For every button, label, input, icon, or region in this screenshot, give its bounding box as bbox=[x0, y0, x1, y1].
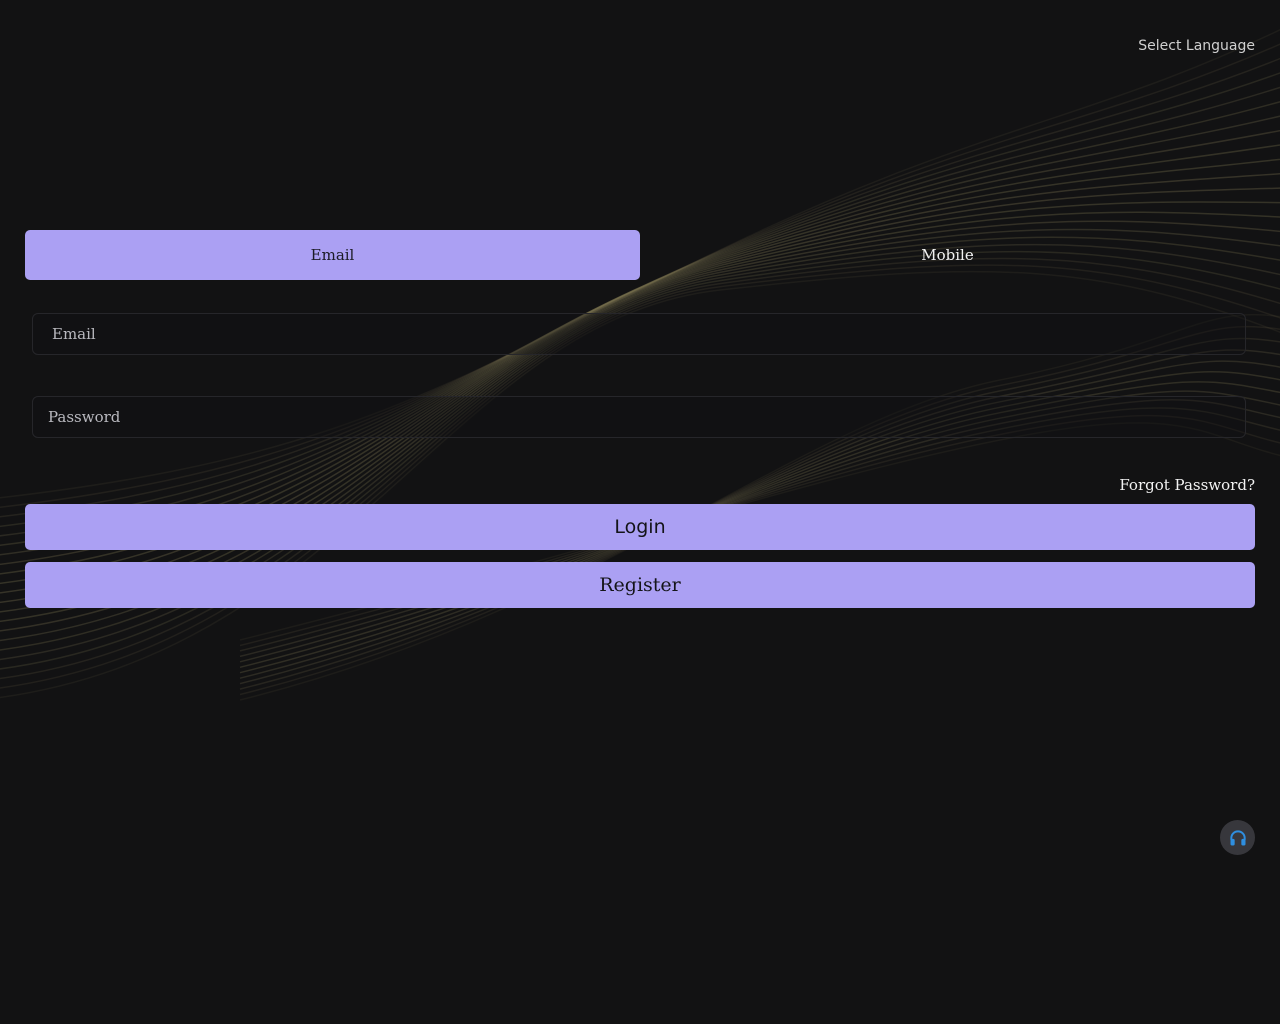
tab-mobile[interactable]: Mobile bbox=[640, 230, 1255, 280]
login-page: Select Language Email Mobile Forgot Pass… bbox=[0, 0, 1280, 1024]
password-field bbox=[32, 396, 1246, 438]
tab-email[interactable]: Email bbox=[25, 230, 640, 280]
background-wave-line bbox=[0, 86, 1280, 537]
select-language-link[interactable]: Select Language bbox=[1138, 36, 1255, 56]
headset-icon bbox=[1229, 829, 1246, 845]
background-wave-line bbox=[0, 57, 1280, 518]
background-waves bbox=[0, 28, 1280, 701]
email-field bbox=[32, 313, 1246, 355]
background-wave-line bbox=[0, 72, 1280, 527]
login-button[interactable]: Login bbox=[25, 504, 1255, 550]
register-button[interactable]: Register bbox=[25, 562, 1255, 608]
email-input[interactable] bbox=[33, 314, 1245, 354]
login-method-tabs: Email Mobile bbox=[25, 230, 1255, 280]
forgot-password-link[interactable]: Forgot Password? bbox=[1119, 475, 1255, 495]
customer-support-button[interactable] bbox=[1220, 820, 1255, 855]
password-input[interactable] bbox=[33, 397, 1245, 437]
